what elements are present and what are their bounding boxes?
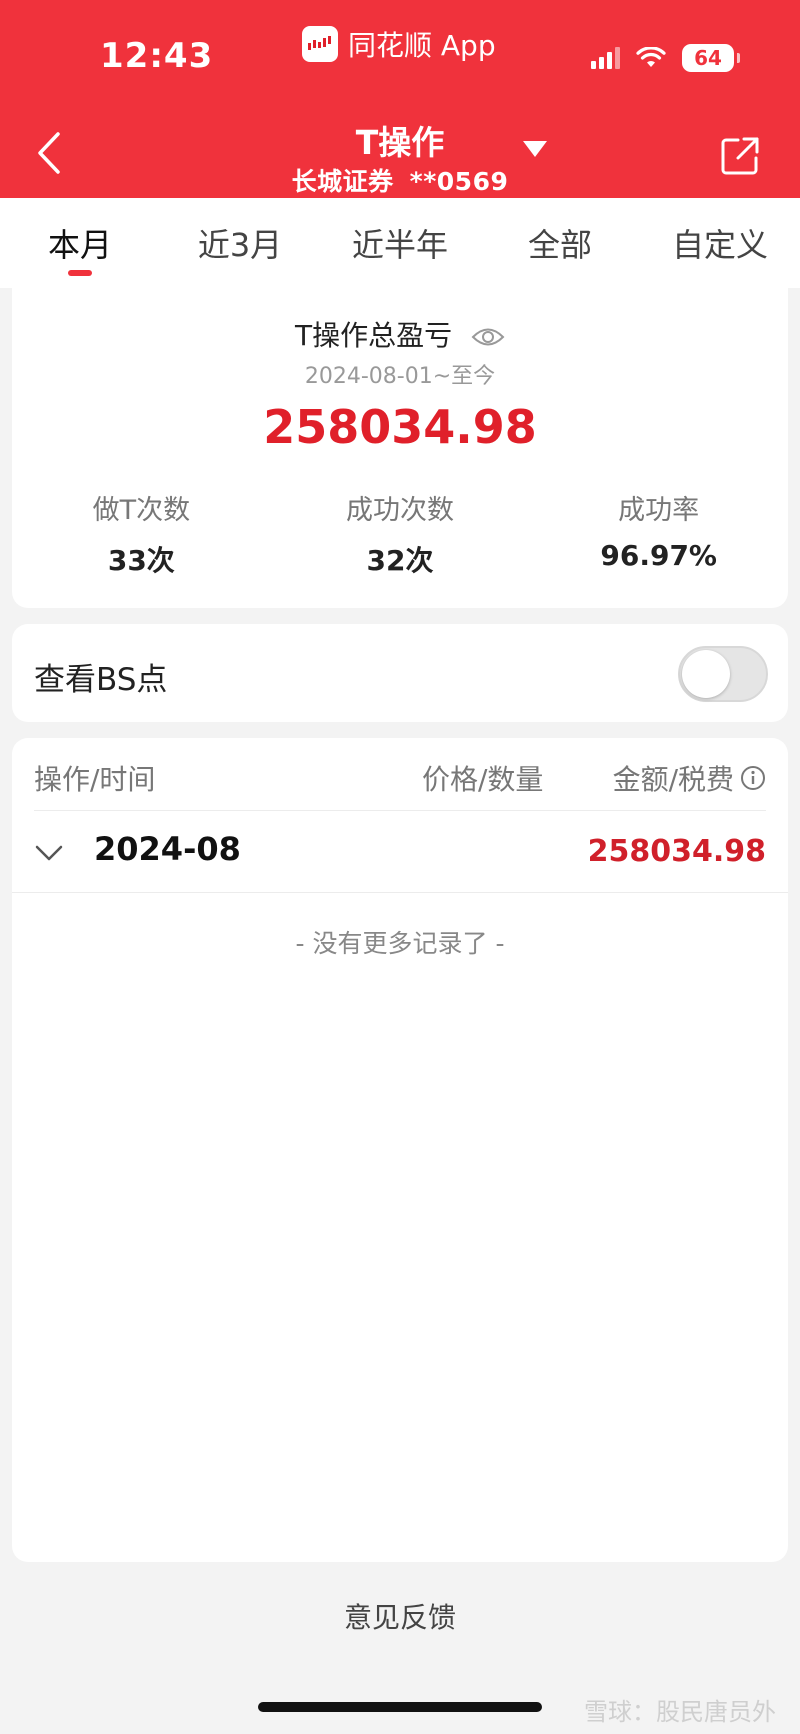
wifi-icon [636,47,666,67]
tab-last-half-year[interactable]: 近半年 [320,198,480,288]
stat-label: 成功次数 [346,495,454,526]
status-app-name: 同花顺 App [348,29,496,62]
status-time: 12:43 [100,36,214,76]
header-amount-tax-label: 金额/税费 [612,763,734,796]
dropdown-triangle-icon[interactable] [520,138,550,160]
stat-success-rate: 成功率 96.97% [529,488,788,579]
total-profit: 258034.98 [263,400,537,454]
row-divider [12,892,788,893]
stats-row: 做T次数 33次 成功次数 32次 成功率 96.97% [12,488,788,579]
home-indicator[interactable] [258,1702,542,1712]
stat-value: 33次 [107,544,175,577]
header-price-quantity: 价格/数量 [422,763,544,796]
account-subtitle[interactable]: 长城证券 **0569 [0,162,800,198]
stat-t-count: 做T次数 33次 [12,488,271,579]
stat-value: 96.97% [600,539,717,572]
no-more-records: - 没有更多记录了 - [295,929,505,958]
header-operation-time: 操作/时间 [34,763,156,796]
chevron-down-icon[interactable] [34,842,64,864]
toggle-knob [682,650,730,698]
stat-success-count: 成功次数 32次 [271,488,530,579]
broker-name: 长城证券 [291,167,394,196]
battery-icon: 64 [682,44,740,72]
top-header: 12:43 同花顺 App 64 T操作 长城证券 **0569 [0,0,800,198]
watermark-text: 雪球：股民唐员外 [584,1698,776,1726]
cellular-signal-icon [591,47,620,69]
period-tabs: 本月 近3月 近半年 全部 自定义 [0,198,800,288]
page-title: T操作 [355,123,445,162]
month-label: 2024-08 [94,830,241,868]
header-divider [34,810,766,811]
account-number: **0569 [409,167,509,196]
summary-card: T操作总盈亏 2024-08-01~至今 258034.98 做T次数 33次 … [12,288,788,608]
records-card: 操作/时间 价格/数量 金额/税费 2024-08 258034.98 - 没有… [12,738,788,1562]
bs-point-card: 查看BS点 [12,624,788,722]
stat-label: 做T次数 [92,495,191,526]
tab-this-month[interactable]: 本月 [0,198,160,288]
tab-custom[interactable]: 自定义 [640,198,800,288]
battery-level: 64 [694,46,722,70]
bs-point-label: 查看BS点 [34,662,168,698]
tab-all[interactable]: 全部 [480,198,640,288]
status-indicators: 64 [591,44,740,72]
month-group-row[interactable]: 2024-08 258034.98 [34,830,766,890]
feedback-link[interactable]: 意见反馈 [0,1596,800,1636]
share-icon[interactable] [718,134,762,178]
app-logo-icon [302,26,338,62]
stat-value: 32次 [366,544,434,577]
status-app-indicator[interactable]: 同花顺 App [302,24,496,64]
summary-title: T操作总盈亏 [12,314,788,354]
header-amount-tax: 金额/税费 [613,758,766,798]
summary-title-text: T操作总盈亏 [294,319,453,352]
date-range: 2024-08-01~至今 [304,364,496,389]
bs-point-toggle[interactable] [678,646,768,702]
info-icon[interactable] [740,765,766,791]
stat-label: 成功率 [618,495,700,526]
records-header: 操作/时间 价格/数量 金额/税费 [34,758,766,818]
eye-icon[interactable] [471,326,505,348]
tab-last-3-months[interactable]: 近3月 [160,198,320,288]
watermark: 雪球：股民唐员外 [584,1692,776,1727]
month-amount: 258034.98 [587,834,766,869]
